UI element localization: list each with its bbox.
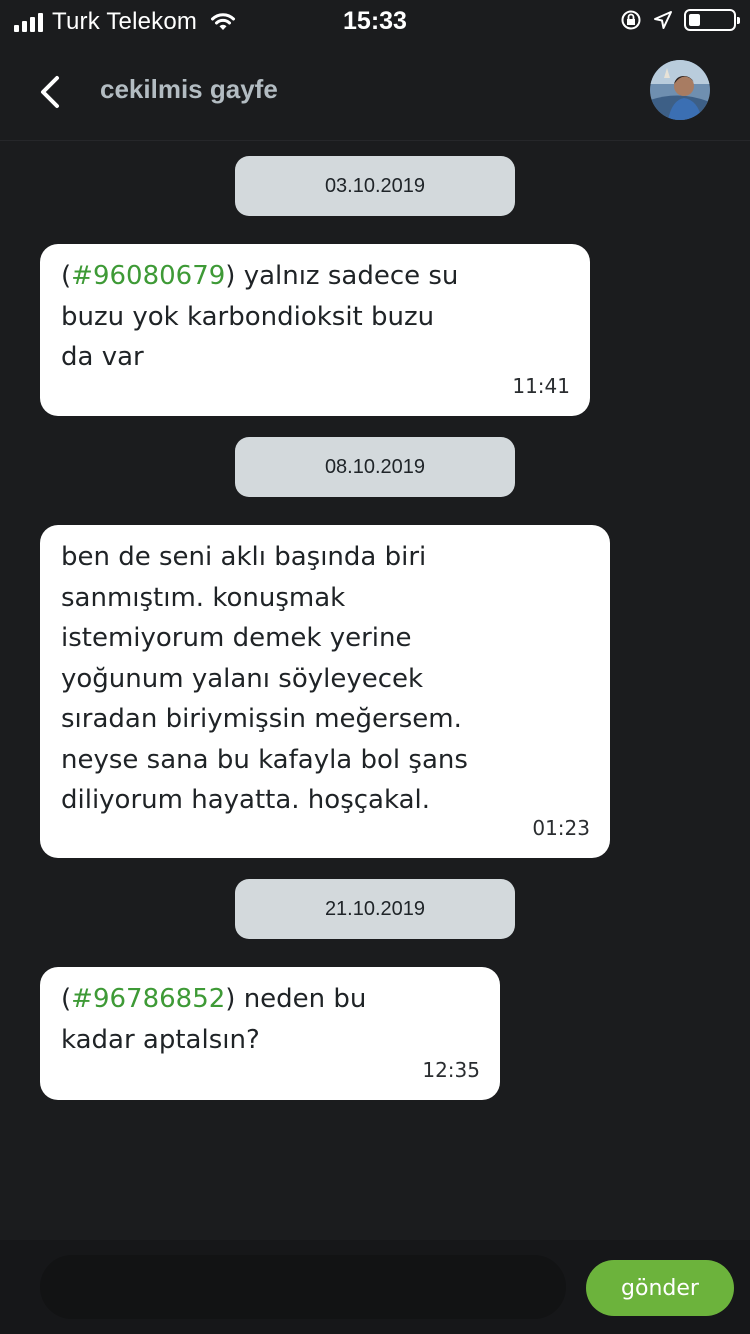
message-bubble[interactable]: ben de seni aklı başında biri sanmıştım.… xyxy=(40,525,610,858)
avatar[interactable] xyxy=(650,60,710,120)
message-bubble[interactable]: (#96080679) yalnız sadece su buzu yok ka… xyxy=(40,244,590,416)
message-text: (#96080679) yalnız sadece su buzu yok ka… xyxy=(61,261,459,372)
status-bar: Turk Telekom 15:33 xyxy=(0,0,750,44)
message-text: ben de seni aklı başında biri sanmıştım.… xyxy=(61,542,468,815)
message-composer: gönder xyxy=(0,1240,750,1334)
message-time: 01:23 xyxy=(532,816,590,840)
date-separator: 08.10.2019 xyxy=(235,437,515,497)
message-hashtag-link[interactable]: #96080679 xyxy=(71,261,225,291)
date-separator: 03.10.2019 xyxy=(235,156,515,216)
status-icons xyxy=(620,9,740,31)
chat-header: cekilmis gayfe xyxy=(0,44,750,141)
message-time: 11:41 xyxy=(512,374,570,398)
message-time: 12:35 xyxy=(422,1058,480,1082)
message-hashtag-link[interactable]: #96786852 xyxy=(71,984,225,1014)
message-text: (#96786852) neden bu kadar aptalsın? xyxy=(61,984,367,1055)
location-arrow-icon xyxy=(654,11,672,29)
back-arrow-icon[interactable] xyxy=(30,70,74,114)
date-separator: 21.10.2019 xyxy=(235,879,515,939)
rotation-lock-icon xyxy=(621,10,641,30)
chat-title: cekilmis gayfe xyxy=(100,74,278,104)
message-bubble[interactable]: (#96786852) neden bu kadar aptalsın? 12:… xyxy=(40,967,500,1100)
send-button[interactable]: gönder xyxy=(586,1260,734,1316)
battery-icon xyxy=(684,9,740,31)
message-input[interactable] xyxy=(40,1255,566,1319)
message-list[interactable]: 03.10.2019 (#96080679) yalnız sadece su … xyxy=(0,141,750,1239)
